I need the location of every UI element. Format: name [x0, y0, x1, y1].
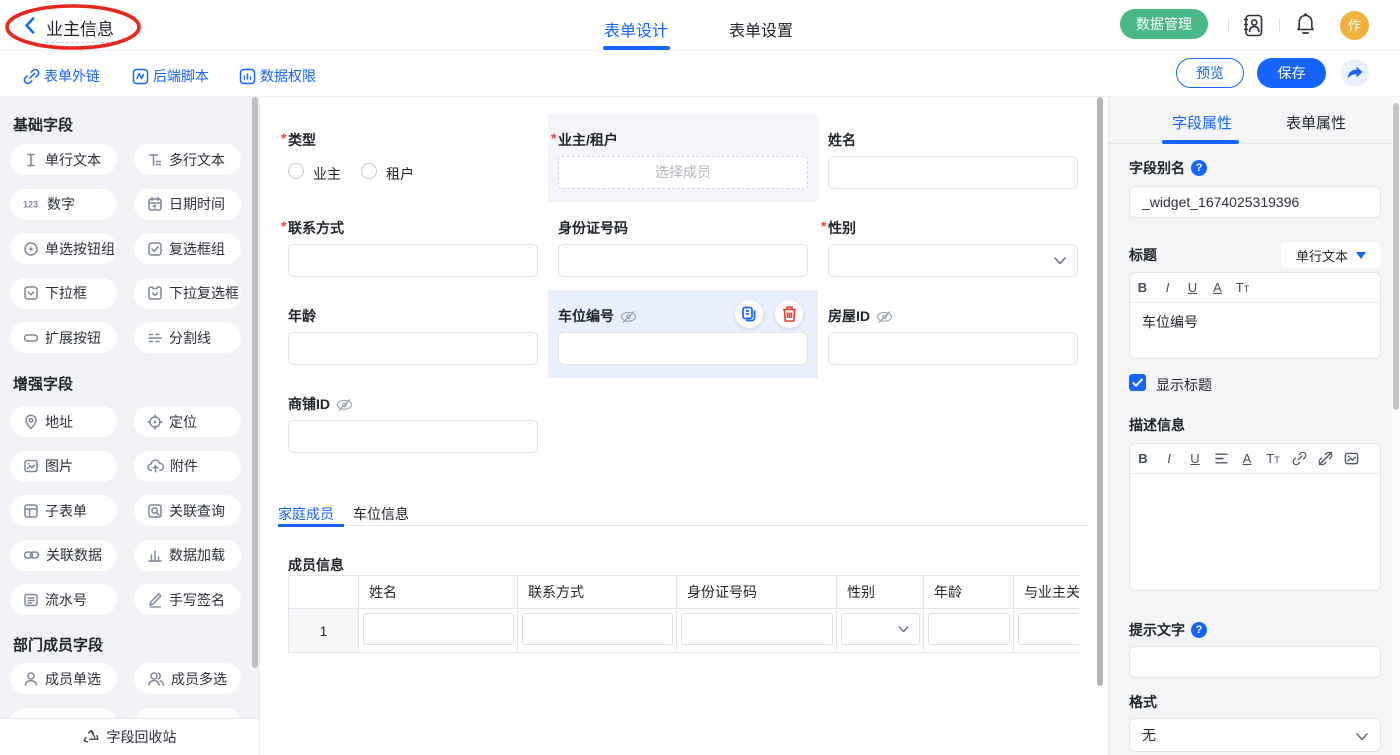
svg-text:123: 123	[23, 200, 38, 210]
